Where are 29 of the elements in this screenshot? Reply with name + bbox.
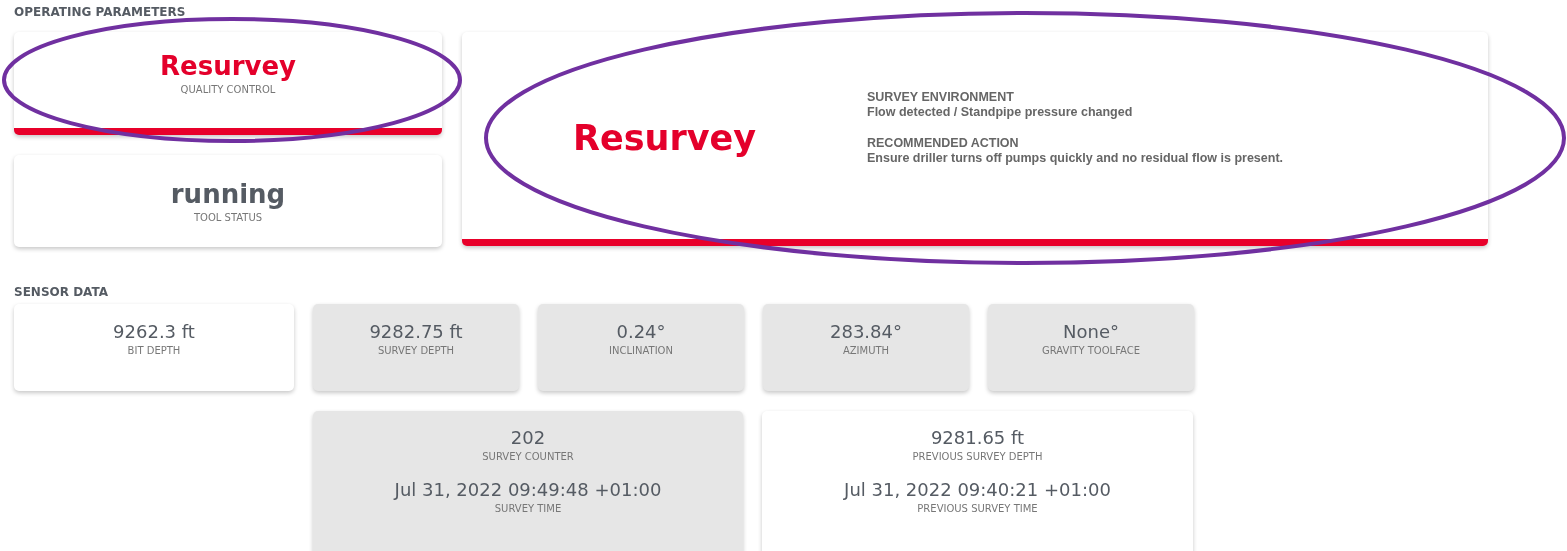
section-text: Ensure driller turns off pumps quickly and no residual flow is present. <box>867 150 1284 165</box>
section-title: SURVEY ENVIRONMENT <box>867 89 1015 104</box>
sensor-label: PREVIOUS SURVEY DEPTH <box>912 451 1043 462</box>
status-value: running <box>170 179 286 209</box>
sensor-label: GRAVITY TOOLFACE <box>1042 345 1140 356</box>
sensor-value: Jul 31, 2022 09:40:21 +01:00 <box>844 479 1111 500</box>
sensor-value: 0.24° <box>616 321 666 342</box>
sensor-value: 9281.65 ft <box>930 427 1025 448</box>
status-label: QUALITY CONTROL <box>180 84 276 95</box>
sensor-value: None° <box>1063 321 1119 342</box>
sensor-label: INCLINATION <box>609 345 673 356</box>
sensor-value: 9262.3 ft <box>113 321 195 342</box>
status-label: TOOL STATUS <box>193 212 263 223</box>
section-heading: OPERATING PARAMETERS <box>14 5 187 21</box>
sensor-value: Jul 31, 2022 09:49:48 +01:00 <box>394 479 662 500</box>
status-value: Resurvey <box>572 117 757 158</box>
section-text: Flow detected / Standpipe pressure changed <box>867 104 1134 119</box>
sensor-label: SURVEY COUNTER <box>482 451 574 462</box>
sensor-value: 9282.75 ft <box>369 321 463 342</box>
sensor-value: 283.84° <box>830 321 902 342</box>
sensor-label: SURVEY TIME <box>494 503 562 514</box>
status-value: Resurvey <box>160 51 296 81</box>
sensor-label: BIT DEPTH <box>127 345 181 356</box>
section-heading: SENSOR DATA <box>14 285 109 301</box>
sensor-label: PREVIOUS SURVEY TIME <box>917 503 1038 514</box>
section-title: RECOMMENDED ACTION <box>867 135 1020 150</box>
sensor-value: 202 <box>510 427 546 448</box>
sensor-label: AZIMUTH <box>842 345 890 356</box>
sensor-label: SURVEY DEPTH <box>377 345 455 356</box>
